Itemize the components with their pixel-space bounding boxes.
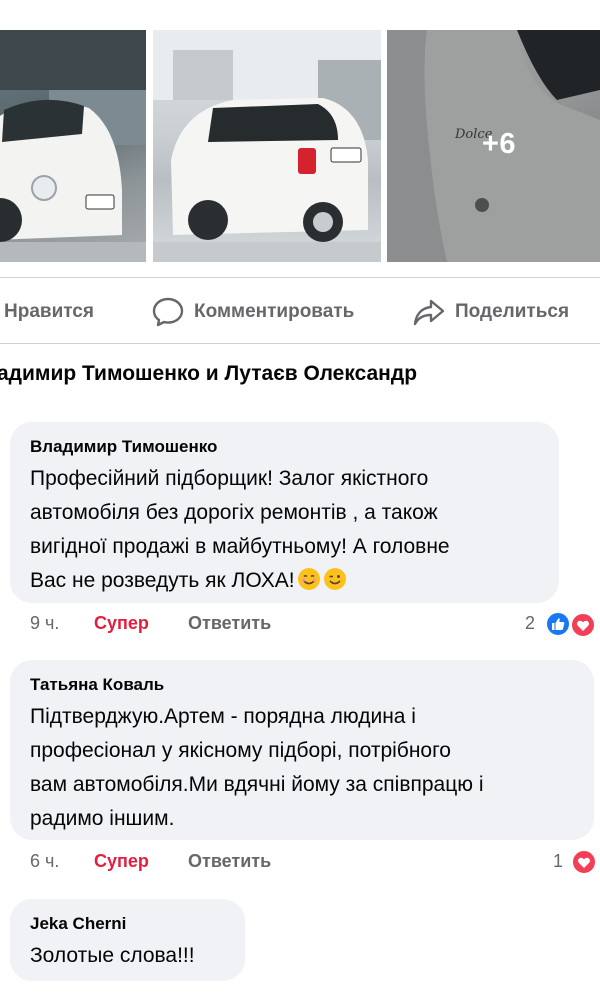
- winking-face-icon: [323, 568, 346, 590]
- post-photo-1[interactable]: [0, 30, 146, 262]
- post-photo-grid: Dolce +6: [0, 30, 600, 262]
- like-button[interactable]: Нравится: [4, 290, 94, 334]
- reaction-count[interactable]: 2: [525, 613, 535, 634]
- like-reaction-icon: [545, 611, 571, 637]
- divider: [0, 343, 600, 344]
- comment-line: Професійний підборщик! Залог якістного: [30, 467, 429, 490]
- comment-author[interactable]: Владимир Тимошенко: [30, 437, 217, 457]
- comment-line: Підтверджую.Артем - порядна людина і: [30, 705, 416, 728]
- reaction-count[interactable]: 1: [553, 851, 563, 872]
- comment-bubble: Jeka Cherni Золотые слова!!!: [10, 899, 245, 981]
- love-reaction-icon: [570, 612, 596, 638]
- comment-line: радимо іншим.: [30, 807, 175, 830]
- post-action-bar: Нравится Комментировать Поделиться: [0, 290, 600, 334]
- comment-time[interactable]: 9 ч.: [30, 613, 59, 634]
- comment-button[interactable]: Комментировать: [152, 290, 354, 334]
- comment-line-last: Вас не розведуть як ЛОХА!: [30, 564, 450, 598]
- comment-bubble: Татьяна Коваль Підтверджую.Артем - поряд…: [10, 660, 594, 840]
- share-arrow-icon: [413, 297, 445, 327]
- comment-line: вигідної продажі в майбутньому! А головн…: [30, 535, 450, 558]
- super-reaction-button[interactable]: Супер: [94, 851, 149, 872]
- comment-text: Золотые слова!!!: [30, 939, 195, 973]
- comment-line: вам автомобіля.Ми вдячні йому за співпра…: [30, 773, 484, 796]
- super-reaction-button[interactable]: Супер: [94, 613, 149, 634]
- comment-author[interactable]: Jeka Cherni: [30, 914, 126, 934]
- comment-line: Золотые слова!!!: [30, 944, 195, 967]
- reaction-icons[interactable]: [545, 611, 599, 639]
- comment-text: Професійний підборщик! Залог якістного а…: [30, 462, 450, 598]
- comment-line: автомобіля без дорогіх ремонтів , а тако…: [30, 501, 438, 524]
- post-photo-3[interactable]: Dolce +6: [387, 30, 600, 262]
- divider: [0, 277, 600, 278]
- comment-author[interactable]: Татьяна Коваль: [30, 675, 164, 695]
- reply-button[interactable]: Ответить: [188, 851, 271, 872]
- reply-button[interactable]: Ответить: [188, 613, 271, 634]
- comment-bubble: Владимир Тимошенко Професійний підборщик…: [10, 422, 559, 603]
- more-photos-count[interactable]: +6: [482, 128, 516, 161]
- smiling-face-icon: [297, 568, 320, 590]
- love-reaction-icon[interactable]: [570, 848, 600, 876]
- car-rear-illustration: [153, 30, 381, 262]
- comment-label: Комментировать: [194, 301, 355, 322]
- post-photo-2[interactable]: [153, 30, 381, 262]
- car-front-illustration: [0, 30, 146, 262]
- reactors-summary[interactable]: адимир Тимошенко и Лутаєв Олександр: [0, 362, 417, 386]
- comment-icon: [152, 297, 184, 327]
- comment-text: Підтверджую.Артем - порядна людина і про…: [30, 700, 483, 836]
- like-label: Нравится: [4, 301, 94, 322]
- share-label: Поделиться: [455, 301, 570, 322]
- comment-time[interactable]: 6 ч.: [30, 851, 59, 872]
- comment-line: професіонал у якісному підборі, потрібно…: [30, 739, 451, 762]
- share-button[interactable]: Поделиться: [413, 290, 569, 334]
